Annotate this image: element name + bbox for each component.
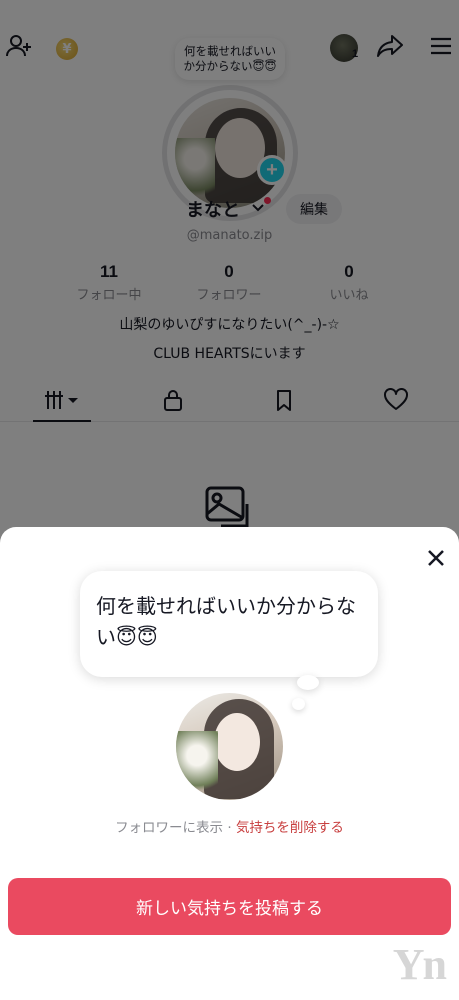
note-avatar [176,693,283,800]
note-bubble-large[interactable]: 何を載せればいいか分からない😇😇 [80,571,378,677]
bubble-tail [297,675,319,690]
post-new-note-button[interactable]: 新しい気持ちを投稿する [8,878,451,935]
visibility-label[interactable]: フォロワーに表示 [115,820,223,836]
bubble-tail [292,698,305,710]
separator: · [223,820,236,836]
watermark-logo: Yn [392,940,447,989]
delete-note-link[interactable]: 気持ちを削除する [236,820,344,836]
visibility-row: フォロワーに表示 · 気持ちを削除する [0,816,459,836]
close-icon[interactable] [421,543,451,573]
note-bottom-sheet: 何を載せればいいか分からない😇😇 フォロワーに表示 · 気持ちを削除する 新しい… [0,527,459,1000]
